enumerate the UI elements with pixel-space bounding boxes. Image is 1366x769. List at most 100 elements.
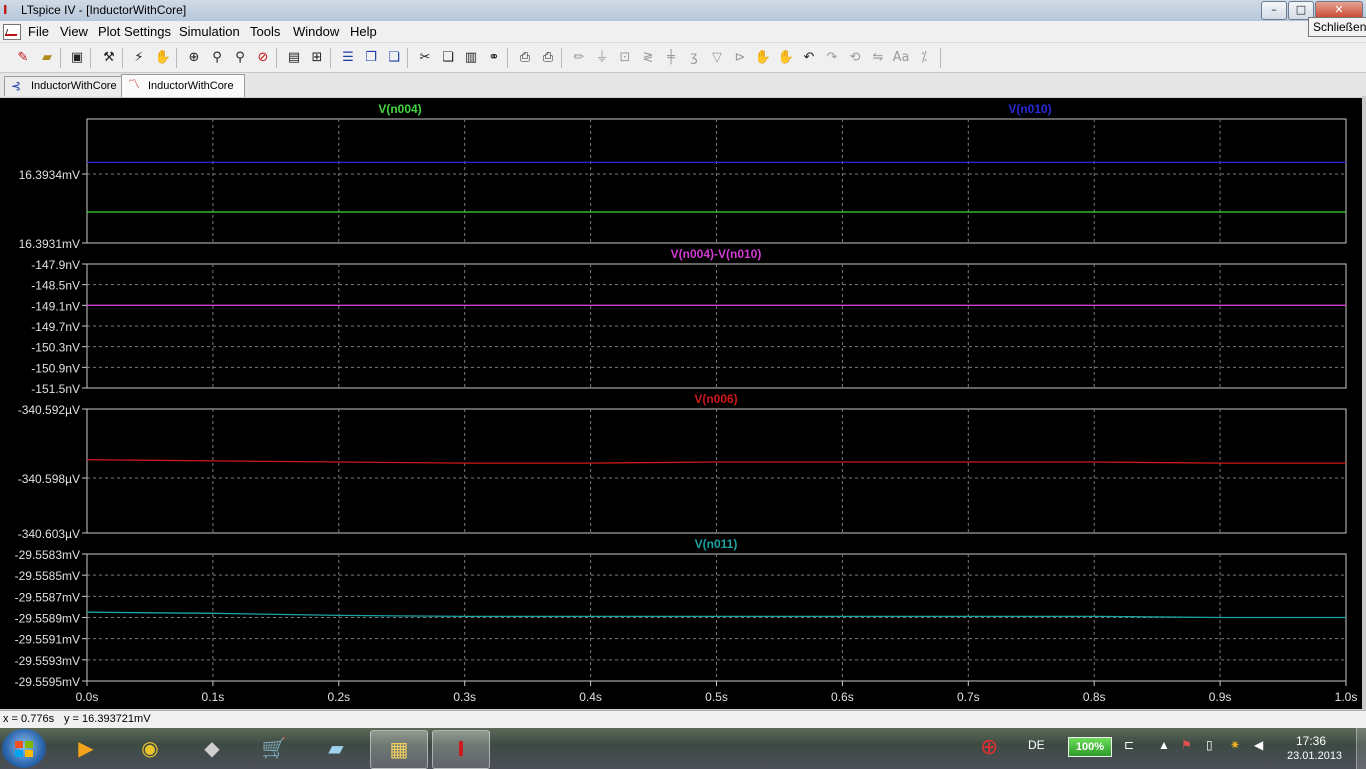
title-bar: Ⅰ LTspice IV - [InductorWithCore] – □ ✕ bbox=[0, 0, 1366, 21]
show-hidden-icons-icon[interactable]: ▲ bbox=[1158, 738, 1170, 752]
find-icon[interactable]: ⚭ bbox=[485, 49, 503, 67]
control-panel-icon[interactable]: ⚒ bbox=[100, 49, 118, 67]
new-schematic-icon[interactable]: ✎ bbox=[14, 49, 32, 67]
x-tick-label: 0.7s bbox=[957, 690, 980, 704]
save-icon[interactable]: ▣ bbox=[68, 49, 86, 67]
x-tick-label: 0.4s bbox=[579, 690, 602, 704]
y-tick-label: -147.9nV bbox=[31, 258, 80, 272]
explorer-icon[interactable]: ▦ bbox=[370, 730, 428, 769]
zoom-in-icon[interactable]: ⚲ bbox=[208, 49, 226, 67]
mirror-icon[interactable]: ⇋ bbox=[869, 49, 887, 67]
fit-icon[interactable]: ⊞ bbox=[308, 49, 326, 67]
toolbar: ✎ ▰ ▣ ⚒ ⚡ ✋ ⊕ ⚲ ⚲ ⊘ ▤ ⊞ ☰ ❐ ❏ ✂ ❏ ▥ ⚭ ⎙ … bbox=[0, 42, 1366, 73]
text-icon[interactable]: Aa bbox=[892, 49, 910, 67]
component-icon[interactable]: ⊳ bbox=[731, 49, 749, 67]
capacitor-icon[interactable]: ╪ bbox=[662, 49, 680, 67]
inductor-icon[interactable]: ʒ bbox=[685, 49, 703, 67]
x-tick-label: 1.0s bbox=[1335, 690, 1358, 704]
y-tick-label: -29.5585mV bbox=[15, 569, 80, 583]
copy-icon[interactable]: ❏ bbox=[439, 49, 457, 67]
paste-icon[interactable]: ▥ bbox=[462, 49, 480, 67]
menu-tools[interactable]: Tools bbox=[250, 24, 280, 39]
clock-time[interactable]: 17:36 bbox=[1296, 734, 1326, 748]
autorange-icon[interactable]: ▤ bbox=[285, 49, 303, 67]
wire-icon[interactable]: ✏ bbox=[570, 49, 588, 67]
waveform-tab-icon: 〽 bbox=[128, 77, 141, 91]
document-system-menu-icon[interactable] bbox=[3, 24, 21, 40]
waveform-viewer[interactable]: 16.3934mV 16.3931mV V(n004) V(n010) -147.9nV… bbox=[0, 98, 1362, 709]
waveform-plot[interactable]: 16.3934mV 16.3931mV V(n004) V(n010) -147.9nV… bbox=[0, 98, 1362, 709]
ltspice-app-icon[interactable]: Ⅰ bbox=[3, 4, 17, 16]
cursor-x-readout: x = 0.776s bbox=[3, 713, 55, 725]
y-tick-label: -340.598µV bbox=[18, 472, 80, 486]
y-tick-label: -150.3nV bbox=[31, 341, 80, 355]
label-net-icon[interactable]: ⊡ bbox=[616, 49, 634, 67]
minimize-button[interactable]: – bbox=[1261, 1, 1287, 20]
trace-label-v-n010: V(n010) bbox=[1008, 102, 1051, 116]
notepad-icon[interactable]: ▰ bbox=[308, 730, 364, 767]
y-tick-label: -29.5591mV bbox=[15, 633, 80, 647]
tab-label: InductorWithCore bbox=[31, 80, 117, 92]
drag-icon[interactable]: ✋ bbox=[777, 49, 795, 67]
x-tick-label: 0.1s bbox=[202, 690, 225, 704]
y-tick-label: -29.5589mV bbox=[15, 612, 80, 626]
media-player-icon[interactable]: ▶ bbox=[58, 730, 114, 767]
network-tray-icon[interactable]: ✷ bbox=[1230, 738, 1240, 752]
battery-indicator[interactable]: 100% bbox=[1068, 737, 1112, 757]
volume-muted-icon[interactable]: ◀ bbox=[1254, 738, 1263, 752]
power-tray-icon[interactable]: ⊏ bbox=[1124, 738, 1134, 752]
series-line-v-n006- bbox=[86, 459, 1346, 464]
show-desktop-button[interactable] bbox=[1356, 728, 1366, 769]
undo-icon[interactable]: ↶ bbox=[800, 49, 818, 67]
zoom-cancel-icon[interactable]: ⊘ bbox=[254, 49, 272, 67]
y-tick-label: -29.5593mV bbox=[15, 654, 80, 668]
cut-icon[interactable]: ✂ bbox=[416, 49, 434, 67]
tile-horizontal-icon[interactable]: ☰ bbox=[339, 49, 357, 67]
zoom-out-icon[interactable]: ⚲ bbox=[231, 49, 249, 67]
run-icon[interactable]: ⚡ bbox=[130, 49, 148, 67]
start-button[interactable] bbox=[2, 729, 46, 768]
y-tick-label: 16.3934mV bbox=[19, 168, 80, 182]
windows-taskbar: ▶ ◉ ◆ 🛒 ▰ ▦ Ⅰ ⊕ DE 100% ⊏ ▲ ⚑ ▯ ✷ ◀ 17:3… bbox=[0, 728, 1366, 769]
x-tick-label: 0.8s bbox=[1083, 690, 1106, 704]
tab-schematic[interactable]: ⊰ InductorWithCore bbox=[4, 76, 128, 96]
ground-icon[interactable]: ⏚ bbox=[593, 49, 611, 67]
cascade-icon[interactable]: ❐ bbox=[362, 49, 380, 67]
redo-icon[interactable]: ↷ bbox=[823, 49, 841, 67]
tab-waveform[interactable]: 〽 InductorWithCore bbox=[121, 74, 245, 97]
shopping-cart-icon[interactable]: 🛒 bbox=[246, 730, 302, 767]
device-tray-icon[interactable]: ▯ bbox=[1206, 738, 1213, 752]
x-tick-label: 0.6s bbox=[831, 690, 854, 704]
y-tick-label: -149.7nV bbox=[31, 320, 80, 334]
scanner-icon[interactable]: ◆ bbox=[184, 730, 240, 767]
action-center-icon[interactable]: ⚑ bbox=[1181, 738, 1192, 752]
zoom-area-icon[interactable]: ⊕ bbox=[185, 49, 203, 67]
menu-help[interactable]: Help bbox=[350, 24, 377, 39]
menu-simulation[interactable]: Simulation bbox=[179, 24, 240, 39]
window-border bbox=[1362, 96, 1366, 710]
menu-plot-settings[interactable]: Plot Settings bbox=[98, 24, 171, 39]
open-icon[interactable]: ▰ bbox=[38, 49, 56, 67]
spice-directive-icon[interactable]: ⁒ bbox=[915, 49, 933, 67]
ltspice-icon[interactable]: Ⅰ bbox=[432, 730, 490, 769]
shield-tray-icon[interactable]: ⊕ bbox=[980, 734, 998, 760]
diode-icon[interactable]: ▽ bbox=[708, 49, 726, 67]
menu-window[interactable]: Window bbox=[293, 24, 339, 39]
status-bar: x = 0.776s y = 16.393721mV bbox=[0, 710, 1366, 729]
x-tick-label: 0.5s bbox=[705, 690, 728, 704]
x-tick-label: 0.2s bbox=[327, 690, 350, 704]
menu-view[interactable]: View bbox=[60, 24, 88, 39]
tab-label: InductorWithCore bbox=[148, 80, 234, 92]
chrome-icon[interactable]: ◉ bbox=[122, 730, 178, 767]
tile-vertical-icon[interactable]: ❏ bbox=[385, 49, 403, 67]
menu-file[interactable]: File bbox=[28, 24, 49, 39]
language-indicator[interactable]: DE bbox=[1028, 738, 1045, 752]
resistor-icon[interactable]: ≷ bbox=[639, 49, 657, 67]
x-tick-label: 0.9s bbox=[1209, 690, 1232, 704]
rotate-icon[interactable]: ⟲ bbox=[846, 49, 864, 67]
clock-date[interactable]: 23.01.2013 bbox=[1287, 750, 1342, 762]
print-preview-icon[interactable]: ⎙ bbox=[516, 49, 534, 67]
move-icon[interactable]: ✋ bbox=[754, 49, 772, 67]
pan-hand-icon[interactable]: ✋ bbox=[154, 49, 172, 67]
print-icon[interactable]: ⎙ bbox=[539, 49, 557, 67]
